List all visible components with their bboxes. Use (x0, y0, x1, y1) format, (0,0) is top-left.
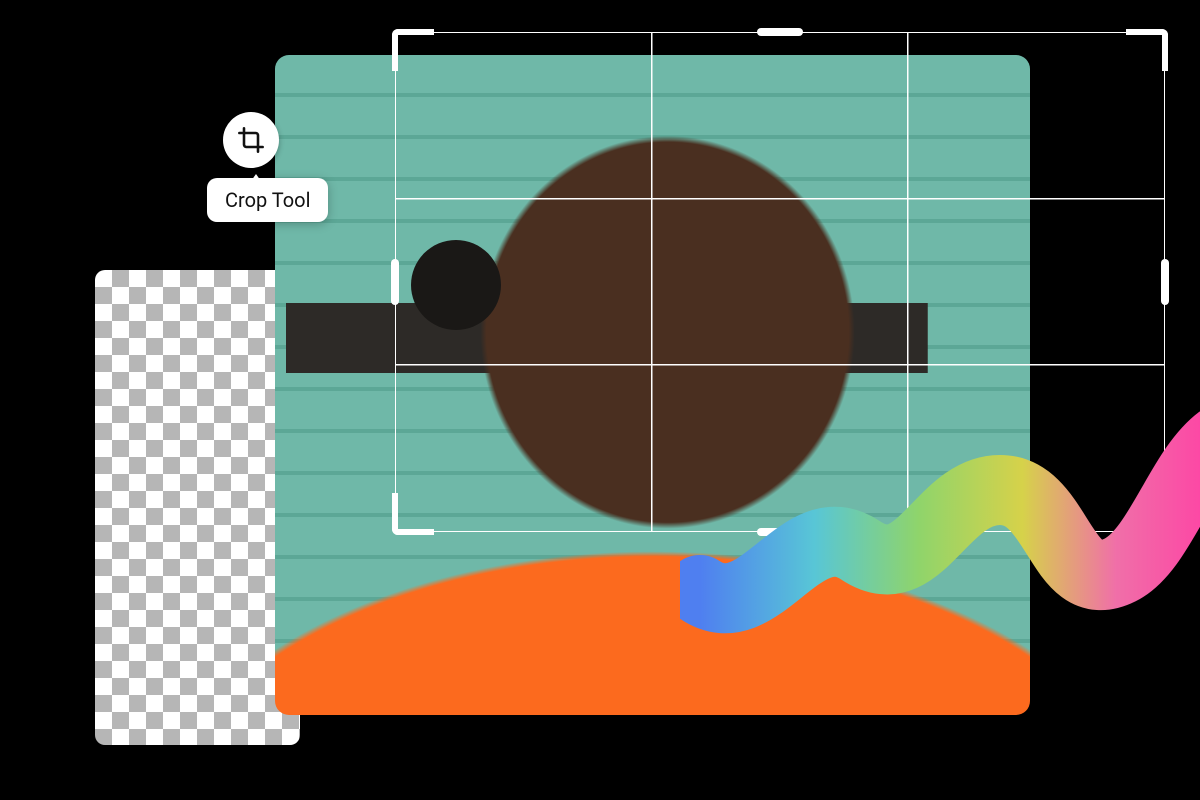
transparency-panel (95, 270, 300, 745)
crop-handle-right[interactable] (1161, 259, 1169, 305)
crop-handle-bottom-right[interactable] (1126, 493, 1168, 535)
crop-handle-left[interactable] (391, 259, 399, 305)
crop-icon (237, 126, 265, 154)
crop-handle-top-right[interactable] (1126, 29, 1168, 71)
editor-stage: Crop Tool (0, 0, 1200, 800)
crop-handle-top[interactable] (757, 28, 803, 36)
crop-tool-tooltip: Crop Tool (207, 178, 328, 222)
crop-handle-top-left[interactable] (392, 29, 434, 71)
crop-handle-bottom-left[interactable] (392, 493, 434, 535)
crop-tool-button[interactable] (223, 112, 279, 168)
crop-grid (395, 32, 1165, 532)
crop-tool-label: Crop Tool (225, 188, 310, 212)
crop-frame[interactable] (395, 32, 1165, 532)
crop-handle-bottom[interactable] (757, 528, 803, 536)
